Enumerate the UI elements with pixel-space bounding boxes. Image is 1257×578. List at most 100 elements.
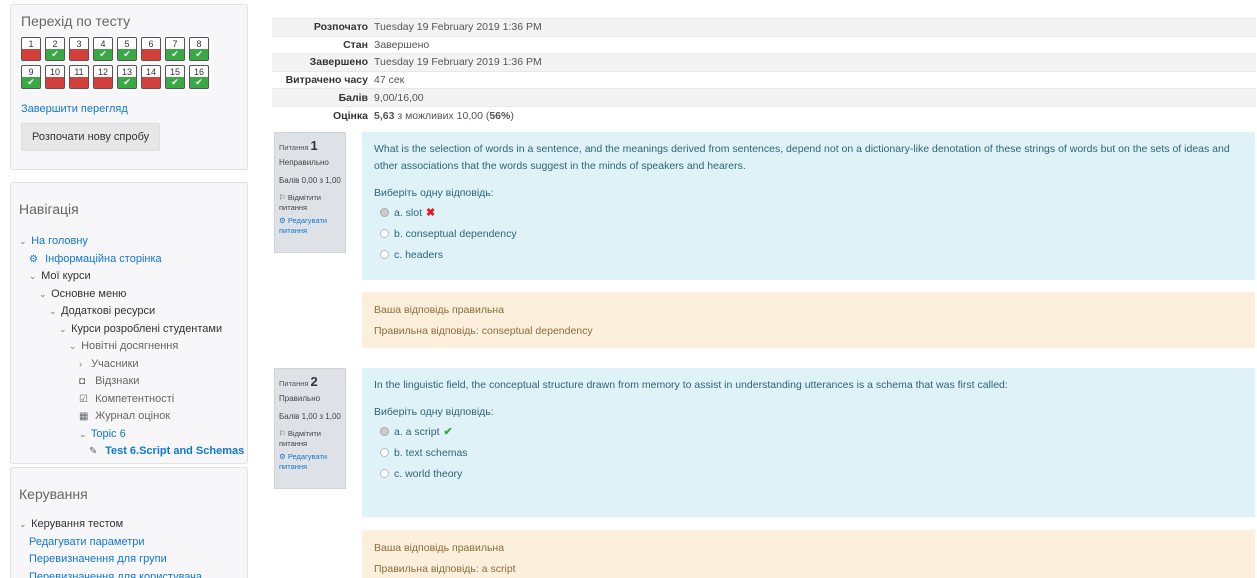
tree-item[interactable]: ⌄ На головну (19, 233, 239, 251)
tree-item[interactable]: ⌄ Керування тестом (19, 516, 239, 534)
answer-option[interactable]: a. a script ✔ (374, 424, 1243, 439)
radio-button[interactable] (380, 427, 389, 436)
question-nav-button[interactable]: 1 (21, 37, 41, 61)
edit-question-link[interactable]: ⚙ Редагувати питання (279, 216, 341, 236)
answer-option[interactable]: a. slot ✖ (374, 205, 1243, 220)
gear-icon: ⚙ (279, 452, 286, 461)
check-icon: ✔ (118, 49, 136, 60)
question-nav-button[interactable]: 16 ✔ (189, 65, 209, 89)
question-nav-button[interactable]: 3 (69, 37, 89, 61)
summary-label: Витрачено часу (272, 70, 374, 89)
tree-item[interactable]: ⌄ Topic 6 (19, 426, 239, 444)
question-nav-button[interactable]: 10 (45, 65, 65, 89)
navigation-title: Навігація (19, 201, 79, 217)
tree-item-label: Курси розроблені студентами (71, 322, 223, 335)
flag-question-link[interactable]: ⚐ Відмітити питання (279, 429, 341, 449)
summary-value: 47 сек (374, 70, 1256, 89)
question-state: Неправильно (279, 158, 329, 167)
question-1-formulation: What is the selection of words in a sent… (362, 132, 1255, 280)
question-nav-button[interactable]: 5 ✔ (117, 37, 137, 61)
summary-row-started: Розпочато Tuesday 19 February 2019 1:36 … (272, 18, 1256, 37)
incorrect-marker (142, 49, 160, 60)
chevron-down-icon: ⌄ (29, 271, 37, 281)
radio-button[interactable] (380, 469, 389, 478)
chevron-down-icon: ⌄ (59, 323, 67, 334)
tree-item[interactable]: Перевизначення для групи (19, 551, 239, 569)
summary-row-state: Стан Завершено (272, 35, 1256, 54)
tree-item[interactable]: ⌄ Мої курси (19, 268, 239, 286)
tree-item[interactable]: ⌄ Основне меню (19, 286, 239, 304)
quiz-icon: ✎ (89, 446, 98, 457)
question-nav-button[interactable]: 6 (141, 37, 161, 61)
tree-item[interactable]: ✎ Test 6.Script and Schemas (19, 443, 244, 461)
quiz-navigation-block: Перехід по тесту 1 2 ✔ 3 4 ✔ 5 ✔ 6 7 ✔ 8 ✔ 9 ✔ 10 11 12 13… (10, 4, 248, 170)
tree-item[interactable]: Редагувати параметри (19, 534, 239, 552)
answer-option[interactable]: b. text schemas (374, 445, 1243, 460)
tree-item-label: Новітні досягнення (81, 340, 179, 352)
summary-row-marks: Балів 9,00/16,00 (272, 88, 1256, 107)
question-nav-button[interactable]: 13 ✔ (117, 65, 137, 89)
start-new-attempt-button[interactable]: Розпочати нову спробу (21, 123, 161, 151)
incorrect-marker (70, 49, 88, 60)
navigation-block: Навігація ⌄ На головну ⚙ Інформаційна сто… (10, 182, 248, 464)
tree-item[interactable]: › Учасники (19, 356, 239, 374)
tree-item[interactable]: ⌄ Додаткові ресурси (19, 303, 239, 321)
question-nav-button[interactable]: 8 ✔ (189, 37, 209, 61)
tree-item[interactable]: ⌄ Курси розроблені студентами (19, 321, 239, 339)
tree-item[interactable]: ☑ Компетентності (19, 391, 239, 409)
question-nav-button[interactable]: 14 (141, 65, 161, 89)
tree-item[interactable]: ⌄ Новітні досягнення (19, 338, 239, 356)
flag-question-link[interactable]: ⚐ Відмітити питання (279, 193, 341, 213)
question-state: Правильно (279, 394, 321, 403)
radio-button[interactable] (380, 229, 389, 238)
incorrect-marker (70, 77, 88, 88)
question-nav-button[interactable]: 11 (69, 65, 89, 89)
incorrect-marker (142, 77, 160, 88)
administration-tree: ⌄ Керування тестом Редагувати параметри Пе… (19, 516, 239, 578)
tree-item-label: Керування тестом (31, 518, 124, 530)
question-number: Питання 2 (279, 374, 318, 389)
quiz-navigation-title: Перехід по тесту (21, 13, 131, 29)
radio-button[interactable] (380, 208, 389, 217)
tree-item[interactable]: ▦ Журнал оцінок (19, 408, 239, 426)
finish-review-link[interactable]: Завершити перегляд (21, 103, 237, 115)
check-icon: ✔ (190, 77, 208, 88)
question-nav-button[interactable]: 7 ✔ (165, 37, 185, 61)
administration-block: Керування ⌄ Керування тестом Редагувати п… (10, 467, 248, 578)
tree-item[interactable]: Перевизначення для користувача (19, 569, 239, 578)
chevron-right-icon: › (79, 358, 82, 369)
answer-prompt: Виберіть одну відповідь: (374, 187, 494, 199)
gear-icon: ⚙ (279, 216, 286, 225)
chevron-down-icon: ⌄ (19, 236, 27, 246)
flag-icon: ⚐ (279, 193, 286, 202)
question-marks: Балів 1,00 з 1,00 (279, 412, 341, 421)
competency-icon: ☑ (79, 393, 88, 405)
answer-option[interactable]: c. headers (374, 247, 1243, 262)
radio-button[interactable] (380, 448, 389, 457)
summary-value: Tuesday 19 February 2019 1:36 PM (374, 18, 1256, 37)
summary-row-grade: Оцінка 5,63 з можливих 10,00 (56%) (272, 105, 1256, 125)
question-nav-button[interactable]: 2 ✔ (45, 37, 65, 61)
tree-item-label: Відзнаки (95, 375, 140, 387)
answer-option[interactable]: c. world theory (374, 466, 1243, 481)
flag-icon: ⚐ (279, 429, 286, 438)
incorrect-marker (22, 49, 40, 60)
gradebook-icon: ▦ (79, 411, 89, 422)
question-marks: Балів 0,00 з 1,00 (279, 176, 341, 185)
check-icon: ✔ (22, 77, 40, 88)
question-nav-button[interactable]: 4 ✔ (93, 37, 113, 61)
check-icon: ✔ (190, 49, 208, 60)
question-nav-button[interactable]: 15 ✔ (165, 65, 185, 89)
question-2-info: Питання 2 Правильно Балів 1,00 з 1,00 ⚐ … (274, 368, 346, 489)
question-nav-button[interactable]: 12 (93, 65, 113, 89)
grade-percent: 56% (489, 109, 511, 122)
question-nav-button[interactable]: 9 ✔ (21, 65, 41, 89)
radio-button[interactable] (380, 250, 389, 259)
tree-item-label: Компетентності (95, 392, 175, 405)
answer-option[interactable]: b. conseptual dependency (374, 226, 1243, 241)
summary-value: Tuesday 19 February 2019 1:36 PM (374, 53, 1256, 72)
tree-item[interactable]: ◘ Відзнаки (19, 373, 239, 391)
tree-item[interactable]: ⚙ Інформаційна сторінка (19, 251, 239, 269)
edit-question-link[interactable]: ⚙ Редагувати питання (279, 452, 341, 472)
tree-item-label: Topic 6 (90, 427, 126, 440)
